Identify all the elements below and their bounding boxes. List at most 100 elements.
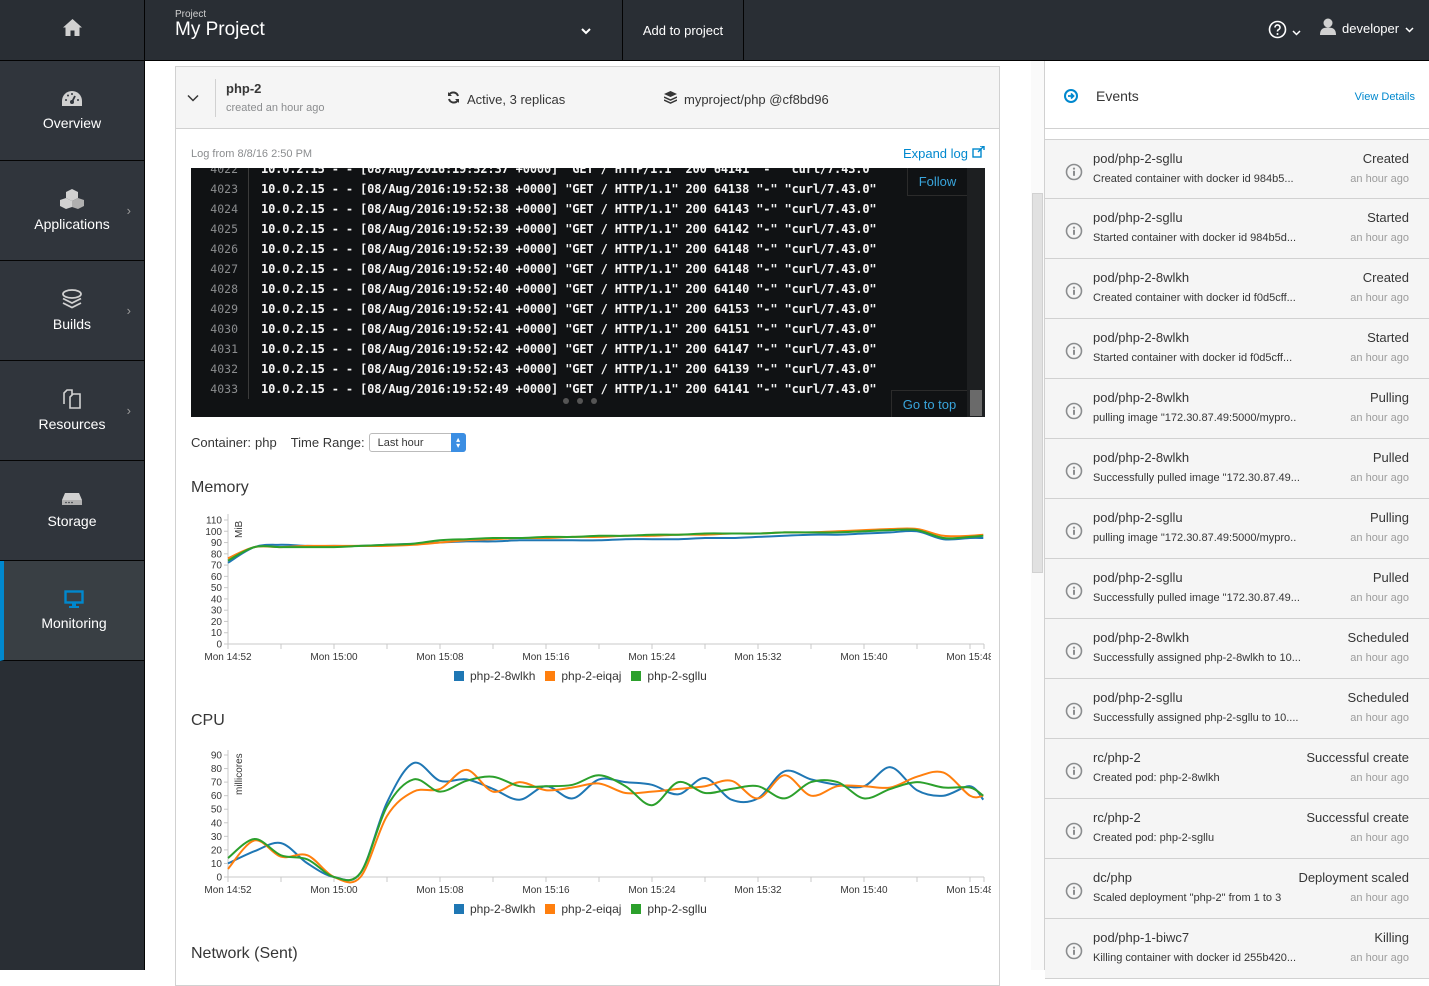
event-item[interactable]: rc/php-2 Created pod: php-2-sgllu Successf… [1045,799,1429,859]
arrow-circle-right-icon[interactable] [1064,89,1078,108]
sidebar-item-storage[interactable]: Storage [0,461,144,561]
event-message: Created pod: php-2-8wlkh [1093,772,1220,784]
event-item[interactable]: dc/php Scaled deployment "php-2" from 1 t… [1045,859,1429,919]
log-line-text: 10.0.2.15 - - [08/Aug/2016:19:52:43 +000… [261,362,877,376]
event-item[interactable]: pod/php-2-sgllu Started container with do… [1045,199,1429,259]
chevron-down-icon [1405,21,1414,36]
y-tick-label: 0 [216,640,222,651]
chevron-right-icon: › [126,203,131,218]
sidebar-item-overview[interactable]: Overview [0,61,144,161]
event-object: rc/php-2 [1093,750,1141,765]
event-list: pod/php-2-sgllu Created container with do… [1045,139,1429,979]
image-text[interactable]: myproject/php @cf8bd96 [684,92,829,107]
info-icon [1065,402,1083,425]
x-tick-label: Mon 15:16 [522,885,570,895]
event-item[interactable]: rc/php-2 Created pod: php-2-8wlkh Successf… [1045,739,1429,799]
legend-item[interactable]: php-2-eiqaj [545,669,621,683]
log-line-number: 4023 [191,179,249,199]
event-reason: Successful create [1306,810,1409,825]
sidebar-item-builds[interactable]: Builds › [0,261,144,361]
x-tick-label: Mon 14:52 [204,652,252,662]
project-name: My Project [175,19,265,40]
legend-label: php-2-8wlkh [470,902,536,916]
expand-log-link[interactable]: Expand log [902,145,985,161]
event-item[interactable]: pod/php-2-sgllu Successfully pulled image… [1045,559,1429,619]
series-line-php-2-eiqaj[interactable] [227,768,984,884]
series-line-php-2-8wlkh[interactable] [227,761,985,882]
log-line-text: 10.0.2.15 - - [08/Aug/2016:19:52:39 +000… [261,222,877,236]
log-viewer[interactable]: 4022 10.0.2.15 - - [08/Aug/2016:19:52:37 … [191,168,985,417]
add-to-project-button[interactable]: Add to project [623,0,744,60]
event-message: Created pod: php-2-sgllu [1093,832,1215,844]
deployment-status: Active, 3 replicas [447,91,565,107]
info-icon [1065,942,1083,965]
log-scrollbar[interactable] [967,168,985,417]
sidebar-item-label: Builds [52,316,92,332]
log-line-text: 10.0.2.15 - - [08/Aug/2016:19:52:40 +000… [261,282,877,296]
legend-item[interactable]: php-2-eiqaj [545,902,621,916]
series-line-php-2-sgllu[interactable] [227,774,984,882]
log-line: 4028 10.0.2.15 - - [08/Aug/2016:19:52:40 … [191,279,967,299]
event-item[interactable]: pod/php-1-biwc7 Killing container with do… [1045,919,1429,979]
metrics-controls: Container: php Time Range: Last hour ▴ ▾ [191,433,466,452]
event-message: Started container with docker id f0d5cff… [1093,352,1293,364]
help-menu[interactable] [1268,20,1301,44]
sidebar-item-monitoring[interactable]: Monitoring [0,561,144,661]
x-tick-label: Mon 15:48 [946,652,991,662]
event-reason: Deployment scaled [1298,870,1409,885]
legend-swatch [454,904,464,914]
collapse-toggle[interactable] [176,67,210,129]
log-line: 4032 10.0.2.15 - - [08/Aug/2016:19:52:43 … [191,359,967,379]
event-item[interactable]: pod/php-2-8wlkh pulling image "172.30.87.… [1045,379,1429,439]
event-time: an hour ago [1350,652,1409,664]
sidebar-item-resources[interactable]: Resources › [0,361,144,461]
event-time: an hour ago [1350,592,1409,604]
home-button[interactable] [0,0,145,60]
hard-drive-icon [61,492,83,506]
sidebar-item-applications[interactable]: Applications › [0,161,144,261]
monitor-icon [64,590,84,608]
legend-item[interactable]: php-2-8wlkh [454,669,535,683]
main-scrollbar-thumb[interactable] [1032,193,1043,573]
go-to-top-button[interactable]: Go to top [891,390,967,417]
legend-item[interactable]: php-2-sgllu [631,669,707,683]
deployment-name[interactable]: php-2 [226,81,261,96]
expand-log-label: Expand log [902,146,968,161]
legend-item[interactable]: php-2-sgllu [631,902,707,916]
view-details-link[interactable]: View Details [1355,91,1415,103]
layers-icon [61,289,83,309]
event-reason: Pulling [1369,390,1409,405]
log-line-number: 4024 [191,199,249,219]
legend-item[interactable]: php-2-8wlkh [454,902,535,916]
y-tick-label: 40 [211,818,223,829]
log-scrollbar-thumb[interactable] [970,390,982,416]
event-item[interactable]: pod/php-2-sgllu pulling image "172.30.87.… [1045,499,1429,559]
x-tick-label: Mon 15:40 [840,652,888,662]
event-item[interactable]: pod/php-2-8wlkh Successfully pulled image… [1045,439,1429,499]
cpu-legend: php-2-8wlkh php-2-eiqaj php-2-sgllu [454,902,707,916]
user-menu[interactable]: developer [1320,18,1414,38]
x-tick-label: Mon 15:16 [522,652,570,662]
log-line-text: 10.0.2.15 - - [08/Aug/2016:19:52:38 +000… [261,202,877,216]
main-scrollbar[interactable] [1031,61,1044,970]
event-item[interactable]: pod/php-2-8wlkh Successfully assigned php… [1045,619,1429,679]
event-item[interactable]: pod/php-2-sgllu Successfully assigned php… [1045,679,1429,739]
event-message: Successfully assigned php-2-sgllu to 10.… [1093,712,1299,724]
project-selector[interactable]: Project My Project [145,0,623,60]
log-line: 4022 10.0.2.15 - - [08/Aug/2016:19:52:37 … [191,168,967,179]
time-range-select[interactable]: Last hour ▴ ▾ [368,433,466,452]
log-line-text: 10.0.2.15 - - [08/Aug/2016:19:52:42 +000… [261,342,877,356]
event-item[interactable]: pod/php-2-8wlkh Created container with do… [1045,259,1429,319]
follow-button[interactable]: Follow [907,168,967,196]
event-item[interactable]: pod/php-2-sgllu Created container with do… [1045,139,1429,199]
event-message: pulling image "172.30.87.49:5000/mypro.. [1093,532,1297,544]
x-tick-label: Mon 15:08 [416,885,464,895]
top-navbar: Project My Project Add to project develo… [0,0,1429,61]
log-line-number: 4026 [191,239,249,259]
log-line: 4026 10.0.2.15 - - [08/Aug/2016:19:52:39 … [191,239,967,259]
y-tick-label: 80 [211,764,223,775]
info-icon [1065,642,1083,665]
event-item[interactable]: pod/php-2-8wlkh Started container with do… [1045,319,1429,379]
event-time: an hour ago [1350,532,1409,544]
info-icon [1065,822,1083,845]
